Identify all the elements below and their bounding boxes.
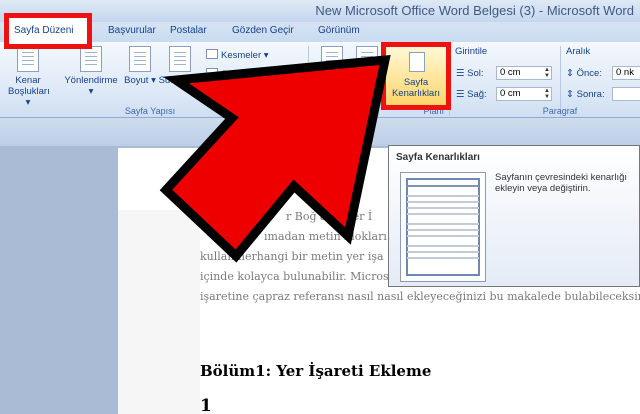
indent-left-label: ☰ Sol: <box>456 68 484 79</box>
preview-line <box>407 195 479 197</box>
line-numbers-button[interactable]: Satır Numaraları ▾ <box>206 68 298 80</box>
page-color-button[interactable]: Sayfa Rengi <box>352 46 382 97</box>
preview-line <box>407 213 479 215</box>
spacing-after-input[interactable] <box>612 87 640 101</box>
hyphenation-label: Heceleme ▾ <box>221 88 272 99</box>
preview-line <box>407 245 479 247</box>
indent-right-input[interactable]: 0 cm ▲ ▼ <box>496 87 552 101</box>
doc-heading-number: 1 <box>200 396 212 414</box>
watermark-icon <box>321 46 343 72</box>
window-title: New Microsoft Office Word Belgesi (3) - … <box>315 3 634 18</box>
doc-heading: Bölüm1: Yer İşareti Ekleme <box>200 362 432 380</box>
tab-page-layout[interactable]: Sayfa Düzeni <box>4 13 92 49</box>
preview-line <box>407 201 479 203</box>
ruler <box>0 118 640 146</box>
indent-right-value: 0 cm <box>500 88 521 99</box>
page-setup-group-label: Sayfa Yapısı <box>124 106 176 116</box>
columns-button[interactable]: Sütunlar ▾ <box>158 46 202 86</box>
tooltip-preview-image <box>400 172 486 282</box>
page-color-icon <box>356 46 378 72</box>
margins-icon <box>17 46 39 72</box>
tab-page-layout-label: Sayfa Düzeni <box>14 25 74 36</box>
tooltip-description: Sayfanın çevresindeki kenarlığı ekleyin … <box>495 172 628 194</box>
tooltip-title: Sayfa Kenarlıkları <box>396 152 480 163</box>
paragraph-group-label: Paragraf <box>542 106 578 116</box>
indent-title: Girintile <box>455 46 488 57</box>
spacing-before-icon: ⇕ <box>566 68 577 79</box>
title-bar: New Microsoft Office Word Belgesi (3) - … <box>0 0 640 22</box>
watermark-label: Filigran ▾ <box>316 75 348 97</box>
page-borders-label: Sayfa Kenarlıkları <box>391 77 441 99</box>
line-numbers-icon <box>206 68 218 78</box>
margins-label: Kenar Boşlukları ▾ <box>8 75 50 108</box>
size-button[interactable]: Boyut ▾ <box>124 46 156 86</box>
preview-line <box>407 229 479 231</box>
preview-line <box>407 235 479 237</box>
indent-left-value: 0 cm <box>500 67 521 78</box>
columns-label: Sütunlar ▾ <box>158 75 202 86</box>
spacing-title: Aralık <box>566 46 591 57</box>
preview-line <box>407 185 479 187</box>
ribbon: Kenar Boşlukları ▾ Yönlendirme ▾ Boyut ▾… <box>0 42 640 118</box>
spin-arrows-icon[interactable]: ▲ ▼ <box>544 88 550 100</box>
breaks-label: Kesmeler ▾ <box>221 50 269 61</box>
preview-line <box>407 207 479 209</box>
indent-right-label: ☰ Sağ: <box>456 89 487 100</box>
line-numbers-label: Satır Numaraları ▾ <box>221 69 299 80</box>
tooltip-preview-border <box>406 178 480 276</box>
page-borders-tooltip: Sayfa Kenarlıkları Sayfanın çevresindeki… <box>388 145 640 287</box>
orientation-button[interactable]: Yönlendirme ▾ <box>62 46 120 97</box>
heading-background <box>200 320 640 364</box>
breaks-button[interactable]: Kesmeler ▾ <box>206 49 269 61</box>
size-label: Boyut ▾ <box>124 75 156 86</box>
margins-button[interactable]: Kenar Boşlukları ▾ <box>8 46 50 108</box>
spacing-before-label: ⇕ Önce: <box>566 68 602 79</box>
page-color-label: Sayfa Rengi <box>354 75 380 97</box>
spin-arrows-icon[interactable]: ▲ ▼ <box>544 67 550 79</box>
size-icon <box>129 46 151 72</box>
preview-line <box>407 251 479 253</box>
watermark-button[interactable]: Filigran ▾ <box>314 46 350 97</box>
hyphenation-button[interactable]: Heceleme ▾ <box>206 87 271 99</box>
orientation-icon <box>80 46 102 72</box>
spacing-after-icon: ⇕ <box>566 89 577 100</box>
page-borders-icon <box>409 52 425 72</box>
page-borders-button[interactable]: Sayfa Kenarlıkları <box>381 42 451 110</box>
indent-left-input[interactable]: 0 cm ▲ ▼ <box>496 66 552 80</box>
indent-right-icon: ☰ <box>456 89 468 100</box>
doc-line-3: kullan herhangi bir metin yer işa <box>200 250 384 263</box>
doc-line-4: içinde kolayca bulunabilir. Micros <box>200 270 389 283</box>
doc-line-5: işaretine çapraz referansı nasıl nasıl e… <box>200 290 640 303</box>
spacing-before-value: 0 nk <box>616 67 634 78</box>
spacing-before-input[interactable]: 0 nk <box>612 66 640 80</box>
preview-line <box>407 223 479 225</box>
tab-review[interactable]: Gözden Geçir <box>232 25 294 36</box>
preview-line <box>407 257 479 259</box>
doc-line-1: r Boğ ark (Yer İ <box>286 210 373 223</box>
orientation-label: Yönlendirme ▾ <box>64 75 118 97</box>
doc-line-2: ımadan metin blokları a <box>264 230 397 243</box>
hyphenation-icon <box>206 87 218 97</box>
ribbon-tabs: Başvurular Postalar Gözden Geçir Görünüm <box>0 22 640 42</box>
breaks-icon <box>206 49 218 59</box>
group-separator <box>308 46 309 116</box>
tab-view[interactable]: Görünüm <box>318 25 360 36</box>
spacing-after-label: ⇕ Sonra: <box>566 89 605 100</box>
tab-references[interactable]: Başvurular <box>108 25 156 36</box>
indent-left-icon: ☰ <box>456 68 468 79</box>
columns-icon <box>169 46 191 72</box>
page-margin-area <box>118 210 200 414</box>
tab-mailings[interactable]: Postalar <box>170 25 207 36</box>
